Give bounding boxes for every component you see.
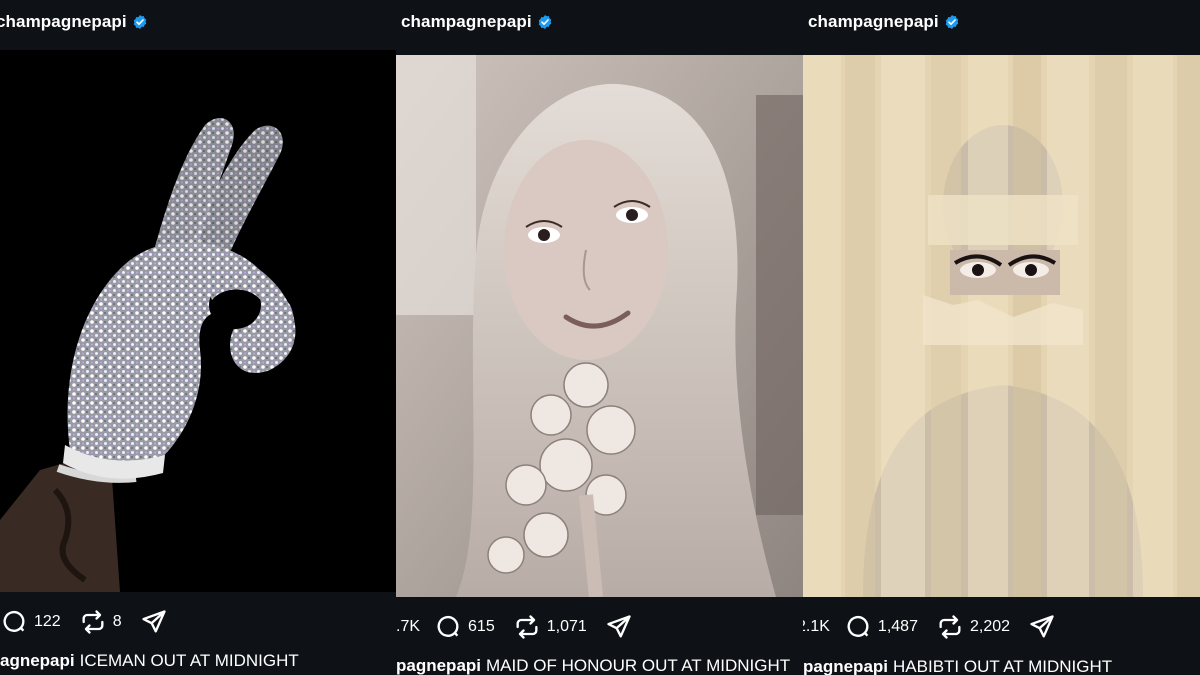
caption-text: MAID OF HONOUR OUT AT MIDNIGHT: [486, 656, 791, 675]
post-header: champagnepapi: [396, 0, 803, 48]
comment-count: 122: [34, 613, 61, 630]
post-caption: pagnepapi MAID OF HONOUR OUT AT MIDNIGHT: [396, 656, 803, 675]
comment-count: 1,487: [877, 618, 918, 635]
repost-button[interactable]: 8: [79, 608, 122, 636]
post-header: champagnepapi: [0, 0, 396, 48]
post-actions: 2.1K 1,487 2,202: [803, 605, 1200, 649]
caption-text: ICEMAN OUT AT MIDNIGHT: [79, 651, 299, 670]
post-image-vintage-portrait[interactable]: [396, 55, 803, 597]
verified-badge-icon: [944, 14, 960, 30]
verified-badge-icon: [537, 14, 553, 30]
repost-count: 1,071: [546, 618, 587, 635]
post-image-taped-portrait[interactable]: [803, 55, 1200, 597]
comment-icon: [437, 615, 459, 637]
comment-button[interactable]: 615: [434, 613, 495, 641]
like-count: .7K: [396, 618, 421, 635]
post-panel-iceman: champagnepapi 122 8 agnepapi ICEMAN OUT …: [0, 0, 396, 675]
repost-button[interactable]: 2,202: [936, 613, 1010, 641]
caption-username[interactable]: agnepapi: [0, 651, 75, 670]
post-actions: .7K 615 1,071: [396, 605, 803, 649]
username[interactable]: champagnepapi: [808, 12, 939, 32]
caption-username[interactable]: pagnepapi: [396, 656, 481, 675]
like-count-button[interactable]: .7K: [396, 618, 420, 636]
share-icon: [607, 615, 631, 638]
post-panel-maid-of-honour: champagnepapi .7K 615 1,071 pagnepapi MA…: [396, 0, 803, 675]
share-icon: [141, 610, 166, 633]
username[interactable]: champagnepapi: [0, 12, 127, 32]
repost-count: 2,202: [969, 618, 1011, 635]
repost-icon: [516, 615, 538, 639]
share-button[interactable]: [1028, 613, 1056, 641]
comment-count: 615: [468, 618, 495, 635]
post-actions: 122 8: [0, 600, 396, 644]
comment-icon: [3, 610, 25, 632]
comment-button[interactable]: 1,487: [844, 613, 918, 641]
username[interactable]: champagnepapi: [401, 12, 532, 32]
post-caption: pagnepapi HABIBTI OUT AT MIDNIGHT: [803, 657, 1200, 675]
share-button[interactable]: [140, 608, 168, 636]
like-count: 2.1K: [803, 618, 830, 635]
share-icon: [1030, 615, 1054, 638]
post-header: champagnepapi: [803, 0, 1200, 48]
comment-icon: [847, 615, 869, 637]
post-image-sparkly-glove[interactable]: [0, 50, 396, 592]
post-panel-habibti: champagnepapi .1K 1,487 2,202 pagnepapi …: [803, 0, 1200, 675]
verified-badge-icon: [132, 14, 148, 30]
like-count-button[interactable]: 2.1K: [803, 618, 830, 636]
share-button[interactable]: [605, 613, 633, 641]
repost-icon: [82, 610, 104, 634]
caption-text: HABIBTI OUT AT MIDNIGHT: [893, 657, 1113, 675]
repost-icon: [939, 615, 961, 639]
caption-username[interactable]: pagnepapi: [803, 657, 888, 675]
post-caption: agnepapi ICEMAN OUT AT MIDNIGHT: [0, 651, 396, 671]
comment-button[interactable]: 122: [0, 608, 61, 636]
repost-count: 8: [112, 613, 122, 630]
repost-button[interactable]: 1,071: [513, 613, 587, 641]
